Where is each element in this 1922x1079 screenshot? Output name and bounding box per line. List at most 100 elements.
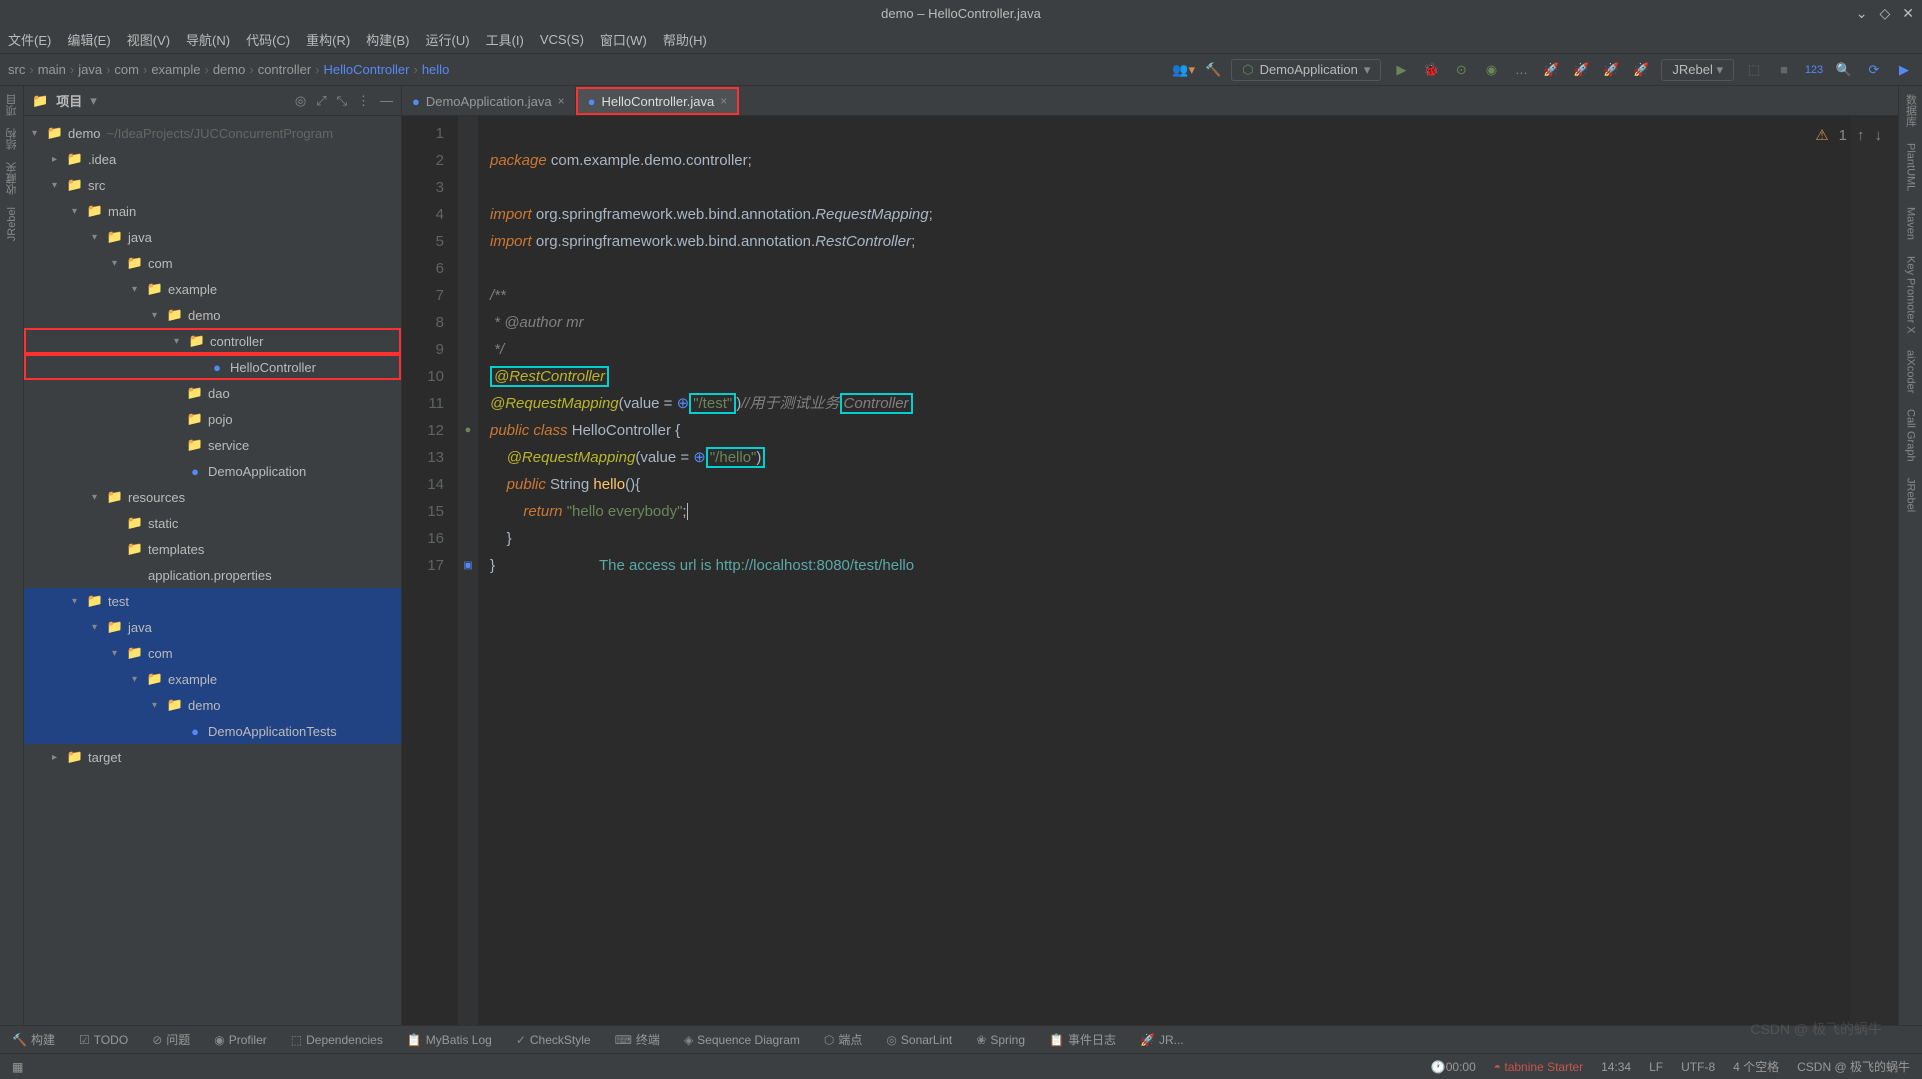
status-le[interactable]: LF — [1649, 1060, 1663, 1074]
tree-DemoApplicationTests[interactable]: ●DemoApplicationTests — [24, 718, 401, 744]
tree-resources[interactable]: ▾📁resources — [24, 484, 401, 510]
jrebel-select[interactable]: JRebel ▾ — [1661, 59, 1734, 81]
tool-MyBatis Log[interactable]: 📋 MyBatis Log — [407, 1033, 492, 1047]
right-Maven[interactable]: Maven — [1905, 207, 1917, 240]
tree-pojo[interactable]: 📁pojo — [24, 406, 401, 432]
more-icon[interactable]: ⋮ — [357, 93, 370, 109]
crumb-main[interactable]: main — [38, 62, 66, 77]
menu-导航(N)[interactable]: 导航(N) — [186, 30, 230, 49]
tree-demo[interactable]: ▾📁demo~/IdeaProjects/JUCConcurrentProgra… — [24, 120, 401, 146]
users-icon[interactable]: 👥▾ — [1172, 62, 1195, 78]
tool-问题[interactable]: ⊘ 问题 — [152, 1031, 190, 1048]
tree-src[interactable]: ▾📁src — [24, 172, 401, 198]
status-branch[interactable]: CSDN @ 极飞的蜗牛 — [1797, 1058, 1910, 1075]
ide-icon[interactable]: ▶ — [1894, 60, 1914, 80]
crumb-java[interactable]: java — [78, 62, 102, 77]
stop-icon[interactable]: … — [1511, 60, 1531, 80]
left-收藏夹[interactable]: 收藏夹 — [4, 162, 20, 195]
status-pos[interactable]: 14:34 — [1601, 1060, 1631, 1074]
right-数据库[interactable]: 数据库 — [1903, 94, 1919, 127]
tool-SonarLint[interactable]: ◎ SonarLint — [886, 1033, 952, 1047]
tree-templates[interactable]: 📁templates — [24, 536, 401, 562]
search-icon[interactable]: 🔍 — [1834, 60, 1854, 80]
tree-test[interactable]: ▾📁test — [24, 588, 401, 614]
crumb-com[interactable]: com — [114, 62, 139, 77]
run-icon[interactable]: ▶ — [1391, 60, 1411, 80]
status-tabnine[interactable]: ◓ tabnine Starter — [1494, 1060, 1583, 1074]
expand-icon[interactable]: ⤢ — [316, 93, 326, 109]
collapse-icon[interactable]: ⤡ — [337, 93, 347, 109]
tool-Profiler[interactable]: ◉ Profiler — [214, 1033, 267, 1047]
menu-帮助(H)[interactable]: 帮助(H) — [663, 30, 707, 49]
right-JRebel[interactable]: JRebel — [1905, 478, 1917, 512]
run-config-select[interactable]: ⬡ DemoApplication ▾ — [1231, 59, 1381, 81]
menu-工具(I)[interactable]: 工具(I) — [486, 30, 524, 49]
tool-事件日志[interactable]: 📋 事件日志 — [1049, 1031, 1116, 1048]
tree-controller[interactable]: ▾📁controller — [24, 328, 401, 354]
menu-代码(C)[interactable]: 代码(C) — [246, 30, 290, 49]
code-content[interactable]: package com.example.demo.controller; imp… — [478, 116, 1898, 1025]
menu-视图(V)[interactable]: 视图(V) — [127, 30, 170, 49]
left-JRebel[interactable]: JRebel — [6, 207, 18, 241]
debug-icon[interactable]: 🐞 — [1421, 60, 1441, 80]
close-tab-icon[interactable]: × — [720, 94, 727, 108]
jr-debug-icon[interactable]: 🚀 — [1571, 60, 1591, 80]
tool-TODO[interactable]: ☑ TODO — [79, 1033, 128, 1047]
tree-application.properties[interactable]: application.properties — [24, 562, 401, 588]
tree-HelloController[interactable]: ●HelloController — [24, 354, 401, 380]
tree-DemoApplication[interactable]: ●DemoApplication — [24, 458, 401, 484]
tree-demo[interactable]: ▾📁demo — [24, 692, 401, 718]
tool-CheckStyle[interactable]: ✓ CheckStyle — [516, 1033, 591, 1047]
tree-dao[interactable]: 📁dao — [24, 380, 401, 406]
tab-HelloController.java[interactable]: ●HelloController.java× — [576, 87, 740, 115]
tool-Sequence Diagram[interactable]: ◈ Sequence Diagram — [684, 1033, 800, 1047]
crumb-HelloController[interactable]: HelloController — [324, 62, 410, 77]
tree-example[interactable]: ▾📁example — [24, 666, 401, 692]
tool-终端[interactable]: ⌨ 终端 — [615, 1031, 660, 1048]
warning-icon[interactable]: ⚠ — [1815, 122, 1828, 149]
tool-JR...[interactable]: 🚀 JR... — [1140, 1033, 1184, 1047]
tool-Spring[interactable]: ❀ Spring — [976, 1033, 1025, 1047]
crumb-controller[interactable]: controller — [258, 62, 311, 77]
right-PlantUML[interactable]: PlantUML — [1905, 143, 1917, 191]
hammer-icon[interactable]: 🔨 — [1205, 62, 1221, 78]
method-gutter-icon[interactable]: ▣ — [458, 552, 478, 579]
tree-static[interactable]: 📁static — [24, 510, 401, 536]
next-icon[interactable]: ↓ — [1875, 122, 1883, 149]
right-Call Graph[interactable]: Call Graph — [1905, 409, 1917, 462]
tree-demo[interactable]: ▾📁demo — [24, 302, 401, 328]
tree-java[interactable]: ▾📁java — [24, 224, 401, 250]
right-Key Promoter X[interactable]: Key Promoter X — [1905, 256, 1917, 334]
git-icon[interactable]: ⬚ — [1744, 60, 1764, 80]
crumb-demo[interactable]: demo — [213, 62, 246, 77]
tree-main[interactable]: ▾📁main — [24, 198, 401, 224]
status-spaces[interactable]: 4 个空格 — [1733, 1058, 1779, 1075]
123-icon[interactable]: 123 — [1804, 60, 1824, 80]
tree-example[interactable]: ▾📁example — [24, 276, 401, 302]
tool-端点[interactable]: ⬡ 端点 — [824, 1031, 863, 1048]
menu-VCS(S)[interactable]: VCS(S) — [540, 32, 584, 47]
editor-body[interactable]: ⚠ 1 ↑ ↓ 1234567891011121314151617 ●▣ pac… — [402, 116, 1898, 1025]
left-项目[interactable]: 项目 — [4, 94, 20, 116]
run-gutter-icon[interactable]: ● — [458, 417, 478, 444]
jr-run-icon[interactable]: 🚀 — [1601, 60, 1621, 80]
close-icon[interactable]: ✕ — [1902, 5, 1914, 22]
tree-service[interactable]: 📁service — [24, 432, 401, 458]
crumb-hello[interactable]: hello — [422, 62, 449, 77]
right-aiXcoder[interactable]: aiXcoder — [1905, 350, 1917, 393]
tab-DemoApplication.java[interactable]: ●DemoApplication.java× — [402, 87, 576, 115]
jr-icon[interactable]: 🚀 — [1541, 60, 1561, 80]
maximize-icon[interactable]: ◇ — [1879, 5, 1890, 22]
menu-构建(B)[interactable]: 构建(B) — [366, 30, 409, 49]
stop2-icon[interactable]: ■ — [1774, 60, 1794, 80]
profile-icon[interactable]: ◉ — [1481, 60, 1501, 80]
crumb-src[interactable]: src — [8, 62, 25, 77]
layout-icon[interactable]: ▦ — [12, 1060, 23, 1074]
menu-文件(E)[interactable]: 文件(E) — [8, 30, 51, 49]
menu-编辑(E)[interactable]: 编辑(E) — [67, 30, 110, 49]
menu-窗口(W)[interactable]: 窗口(W) — [600, 30, 647, 49]
sync-icon[interactable]: ⟳ — [1864, 60, 1884, 80]
hide-icon[interactable]: — — [380, 93, 393, 109]
crumb-example[interactable]: example — [151, 62, 200, 77]
tool-Dependencies[interactable]: ⬚ Dependencies — [291, 1033, 383, 1047]
